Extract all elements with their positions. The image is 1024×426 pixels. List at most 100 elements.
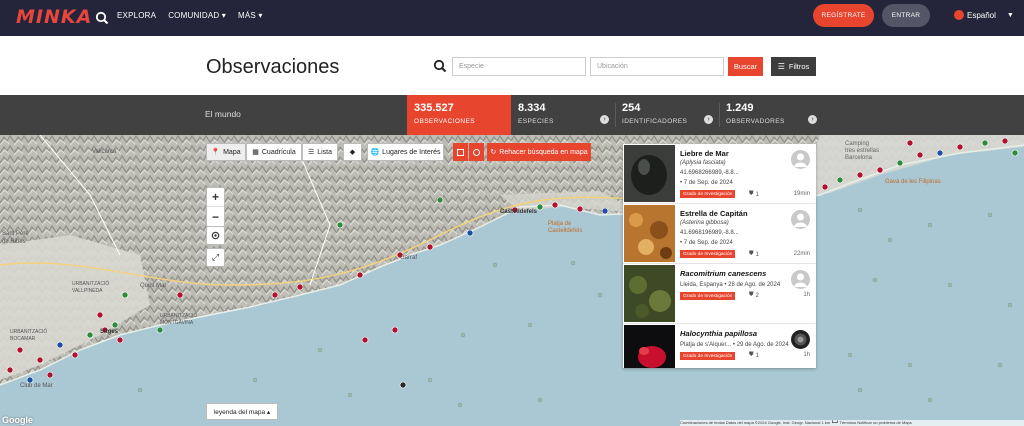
species-input[interactable]: Especie — [452, 57, 586, 76]
layers-button[interactable]: ◆ — [343, 143, 362, 161]
common-name[interactable]: Halocynthia papillosa — [680, 329, 757, 338]
minka-logo[interactable]: MINKA — [16, 6, 92, 28]
map-pin-icon: 📍 — [211, 149, 221, 156]
observation-photo[interactable] — [624, 265, 675, 322]
observation-location: 41.6968266989,-8.8... — [680, 170, 739, 176]
view-list-button[interactable]: ☰ Lista — [302, 143, 338, 161]
location-input[interactable]: Ubicación — [590, 57, 724, 76]
observation-time: 1h — [803, 292, 810, 298]
observation-card[interactable]: Liebre de Mar (Aplysia fasciata) 41.6968… — [623, 144, 816, 204]
register-button[interactable]: REGÍSTRATE — [813, 4, 874, 27]
search-button[interactable]: Buscar — [728, 57, 763, 76]
observation-location: Lleida, Espanya • 28 de Ago. de 2024 — [680, 282, 781, 288]
map-label: Quint Mar — [140, 283, 166, 289]
identifications-count: ⛊ 1 — [749, 251, 759, 258]
map-label: Gavà de les Filipinas — [885, 179, 941, 185]
filters-button[interactable]: ☰ Filtros — [771, 57, 816, 76]
stats-bar: El mundo 335.527 OBSERVACIONES 8.334 ESP… — [0, 95, 1024, 135]
map-terrain: Sant Pere de Ribes URBANITZACIÓ VALLPINE… — [0, 135, 1024, 408]
id-icon: ⛊ — [749, 191, 754, 197]
research-grade-badge: Grado de Investigación — [680, 292, 736, 300]
locate-button[interactable] — [206, 226, 225, 245]
user-avatar[interactable] — [791, 150, 810, 169]
draw-area-button[interactable] — [453, 143, 468, 161]
globe-icon — [954, 10, 964, 20]
id-icon: ⛊ — [749, 352, 754, 358]
identifications-count: ⛊ 1 — [749, 191, 759, 198]
research-grade-badge: Grado de Investigación — [680, 250, 736, 258]
fullscreen-button[interactable]: ⤢ — [206, 248, 225, 267]
scientific-name: (Asterina gibbosa) — [680, 220, 729, 226]
map-label: URBANITZACIÓ — [72, 280, 109, 287]
google-logo: Google — [2, 415, 33, 425]
square-icon — [457, 148, 464, 156]
layers-icon: ◆ — [349, 149, 356, 156]
stat-value: 335.527 — [414, 102, 454, 114]
map-attribution: Combinaciones de teclas Datos del mapa ©… — [680, 420, 1024, 426]
view-grid-button[interactable]: ▦ Cuadrícula — [246, 143, 302, 161]
user-avatar[interactable] — [791, 270, 810, 289]
nav-comunidad[interactable]: COMUNIDAD ▾ — [168, 11, 226, 20]
observation-location: Platja de s'Alquer... • 29 de Ago. de 20… — [680, 342, 789, 348]
observation-card[interactable]: Estrella de Capitán (Asterina gibbosa) 4… — [623, 204, 816, 264]
observation-photo[interactable] — [624, 205, 675, 262]
draw-circle-button[interactable] — [469, 143, 484, 161]
user-avatar[interactable] — [791, 210, 810, 229]
view-list-label: Lista — [317, 148, 333, 156]
observation-date: • 7 de Sep. de 2024 — [680, 240, 733, 246]
grid-icon: ▦ — [252, 149, 259, 156]
region-label: El mundo — [205, 109, 241, 119]
zoom-in-button[interactable]: + — [207, 188, 224, 207]
map-label: tres estrellas — [845, 148, 879, 154]
stat-species[interactable]: 8.334 ESPECIES › — [511, 95, 615, 135]
common-name[interactable]: Estrella de Capitán — [680, 209, 748, 218]
search-icon — [433, 59, 447, 73]
observations-map[interactable]: Sant Pere de Ribes URBANITZACIÓ VALLPINE… — [0, 135, 1024, 426]
observations-header: Observaciones Especie Ubicación Buscar ☰… — [0, 36, 1024, 95]
stat-observers[interactable]: 1.249 OBSERVADORES › — [719, 95, 823, 135]
map-legend-button[interactable]: leyenda del mapa ▴ — [206, 403, 278, 420]
nav-explora[interactable]: EXPLORA — [117, 11, 156, 20]
nav-mas[interactable]: MÁS ▾ — [238, 11, 263, 20]
observation-card[interactable]: Racomitrium canescens Lleida, Espanya • … — [623, 264, 816, 324]
view-map-button[interactable]: 📍 Mapa — [206, 143, 246, 161]
filters-label: Filtros — [788, 62, 810, 71]
observation-list: Liebre de Mar (Aplysia fasciata) 41.6968… — [623, 144, 816, 368]
stat-observations[interactable]: 335.527 OBSERVACIONES — [407, 95, 511, 135]
login-button[interactable]: ENTRAR — [882, 4, 930, 27]
page-title: Observaciones — [206, 56, 340, 78]
view-grid-label: Cuadrícula — [261, 148, 296, 156]
top-navbar: MINKA EXPLORA COMUNIDAD ▾ MÁS ▾ REGÍSTRA… — [0, 0, 1024, 36]
arrow-right-icon: › — [704, 115, 713, 124]
observation-photo[interactable] — [624, 325, 675, 368]
research-grade-badge: Grado de Investigación — [680, 190, 736, 198]
stat-identifiers[interactable]: 254 IDENTIFICADORES › — [615, 95, 719, 135]
arrow-right-icon: › — [600, 115, 609, 124]
common-name[interactable]: Liebre de Mar — [680, 149, 729, 158]
user-avatar[interactable] — [791, 330, 810, 349]
stat-value: 254 — [622, 102, 641, 114]
expand-icon: ⤢ — [211, 252, 220, 262]
redo-search-button[interactable]: ↻ Rehacer búsqueda en mapa — [487, 143, 591, 161]
language-selector[interactable]: Español ▼ — [954, 10, 1014, 20]
zoom-out-button[interactable]: − — [207, 207, 224, 226]
observation-card[interactable]: Halocynthia papillosa Platja de s'Alquer… — [623, 324, 816, 368]
map-label: Garraf — [400, 255, 417, 261]
observation-photo[interactable] — [624, 145, 675, 202]
search-icon[interactable] — [95, 11, 109, 25]
map-label: Club de Mar — [20, 383, 53, 389]
observation-time: 22min — [793, 251, 810, 257]
list-icon: ☰ — [307, 149, 315, 156]
map-label: URBANITZACIÓ — [160, 312, 197, 319]
sliders-icon: ☰ — [777, 62, 785, 71]
map-label: Sitges — [100, 329, 119, 335]
map-label: Castelldefels — [548, 228, 582, 234]
refresh-icon: ↻ — [490, 149, 497, 156]
map-label: VALLPINEDA — [72, 288, 103, 294]
language-label: Español — [967, 10, 996, 20]
identifications-count: ⛊ 2 — [749, 292, 759, 299]
common-name[interactable]: Racomitrium canescens — [680, 269, 766, 278]
observation-time: 1h — [803, 352, 810, 358]
places-of-interest-button[interactable]: 🌐 Lugares de Interés — [367, 143, 444, 161]
observation-location: 41.6968196989,-8.8... — [680, 230, 739, 236]
